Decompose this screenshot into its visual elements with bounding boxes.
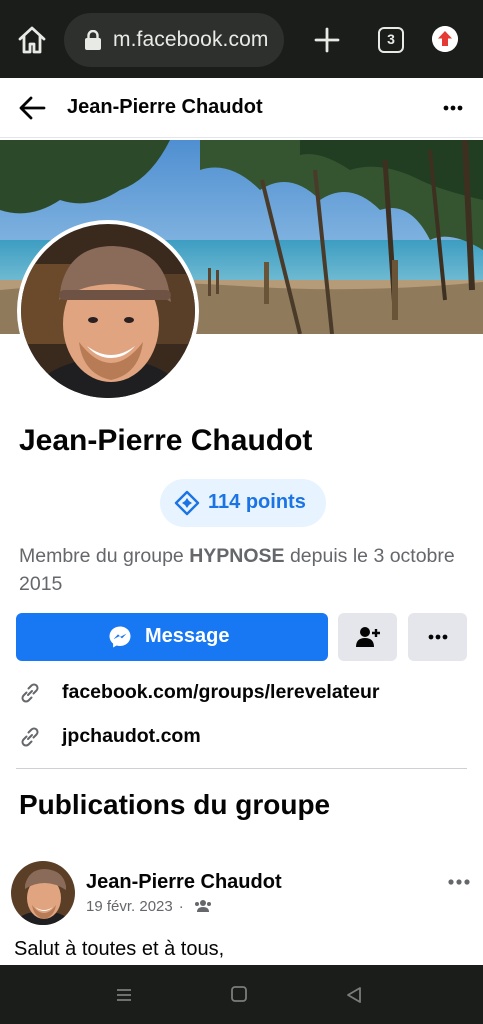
browser-toolbar: m.facebook.com 3	[0, 0, 483, 78]
group-audience-icon	[194, 900, 211, 912]
update-arrow-icon[interactable]	[432, 26, 458, 52]
profile-picture[interactable]	[17, 220, 199, 402]
member-prefix: Membre du groupe	[19, 545, 190, 567]
more-dots-icon	[428, 634, 448, 640]
group-link-row[interactable]: facebook.com/groups/lerevelateur	[0, 675, 483, 711]
section-divider	[16, 768, 467, 769]
messenger-icon	[109, 626, 131, 648]
tab-count: 3	[387, 31, 395, 47]
lock-icon	[85, 30, 101, 50]
url-text: m.facebook.com	[113, 28, 269, 51]
profile-photo	[21, 224, 195, 398]
address-bar[interactable]: m.facebook.com	[64, 13, 284, 67]
meta-separator: ·	[178, 898, 184, 915]
page-header: Jean-Pierre Chaudot	[0, 78, 483, 138]
more-options-icon[interactable]	[440, 96, 466, 120]
points-label: 114 points	[208, 491, 306, 513]
message-button[interactable]: Message	[16, 613, 328, 661]
home-nav-icon[interactable]	[230, 985, 248, 1003]
page-title: Jean-Pierre Chaudot	[67, 96, 263, 118]
add-friend-icon	[356, 627, 380, 647]
new-tab-icon[interactable]	[312, 25, 342, 55]
sparkle-diamond-icon	[174, 490, 200, 516]
recent-apps-icon[interactable]	[114, 985, 134, 1005]
website-link-row[interactable]: jpchaudot.com	[0, 719, 483, 755]
back-arrow-icon[interactable]	[18, 94, 46, 122]
post-more-icon[interactable]	[446, 874, 472, 890]
post-date[interactable]: 19 févr. 2023	[86, 898, 173, 915]
link-icon	[21, 683, 39, 703]
message-button-label: Message	[145, 625, 230, 647]
link-icon	[21, 727, 39, 747]
post-author-name[interactable]: Jean-Pierre Chaudot	[86, 871, 282, 894]
post-author-photo	[11, 861, 75, 925]
section-title: Publications du groupe	[19, 789, 331, 820]
home-icon[interactable]	[14, 22, 50, 58]
post-text: Salut à toutes et à tous,	[14, 938, 225, 960]
group-link-text: facebook.com/groups/lerevelateur	[62, 681, 380, 703]
more-actions-button[interactable]	[408, 613, 467, 661]
back-nav-icon[interactable]	[344, 985, 364, 1005]
post-author-avatar[interactable]	[11, 861, 75, 925]
membership-info: Membre du groupe HYPNOSE depuis le 3 oct…	[19, 542, 459, 598]
tab-switcher-button[interactable]: 3	[378, 27, 404, 53]
android-navigation-bar	[0, 965, 483, 1024]
add-friend-button[interactable]	[338, 613, 397, 661]
group-name: HYPNOSE	[189, 545, 285, 567]
post-meta: 19 févr. 2023 ·	[86, 898, 212, 915]
website-link-text: jpchaudot.com	[62, 725, 201, 747]
points-badge[interactable]: 114 points	[160, 479, 326, 527]
profile-name: Jean-Pierre Chaudot	[19, 424, 313, 457]
